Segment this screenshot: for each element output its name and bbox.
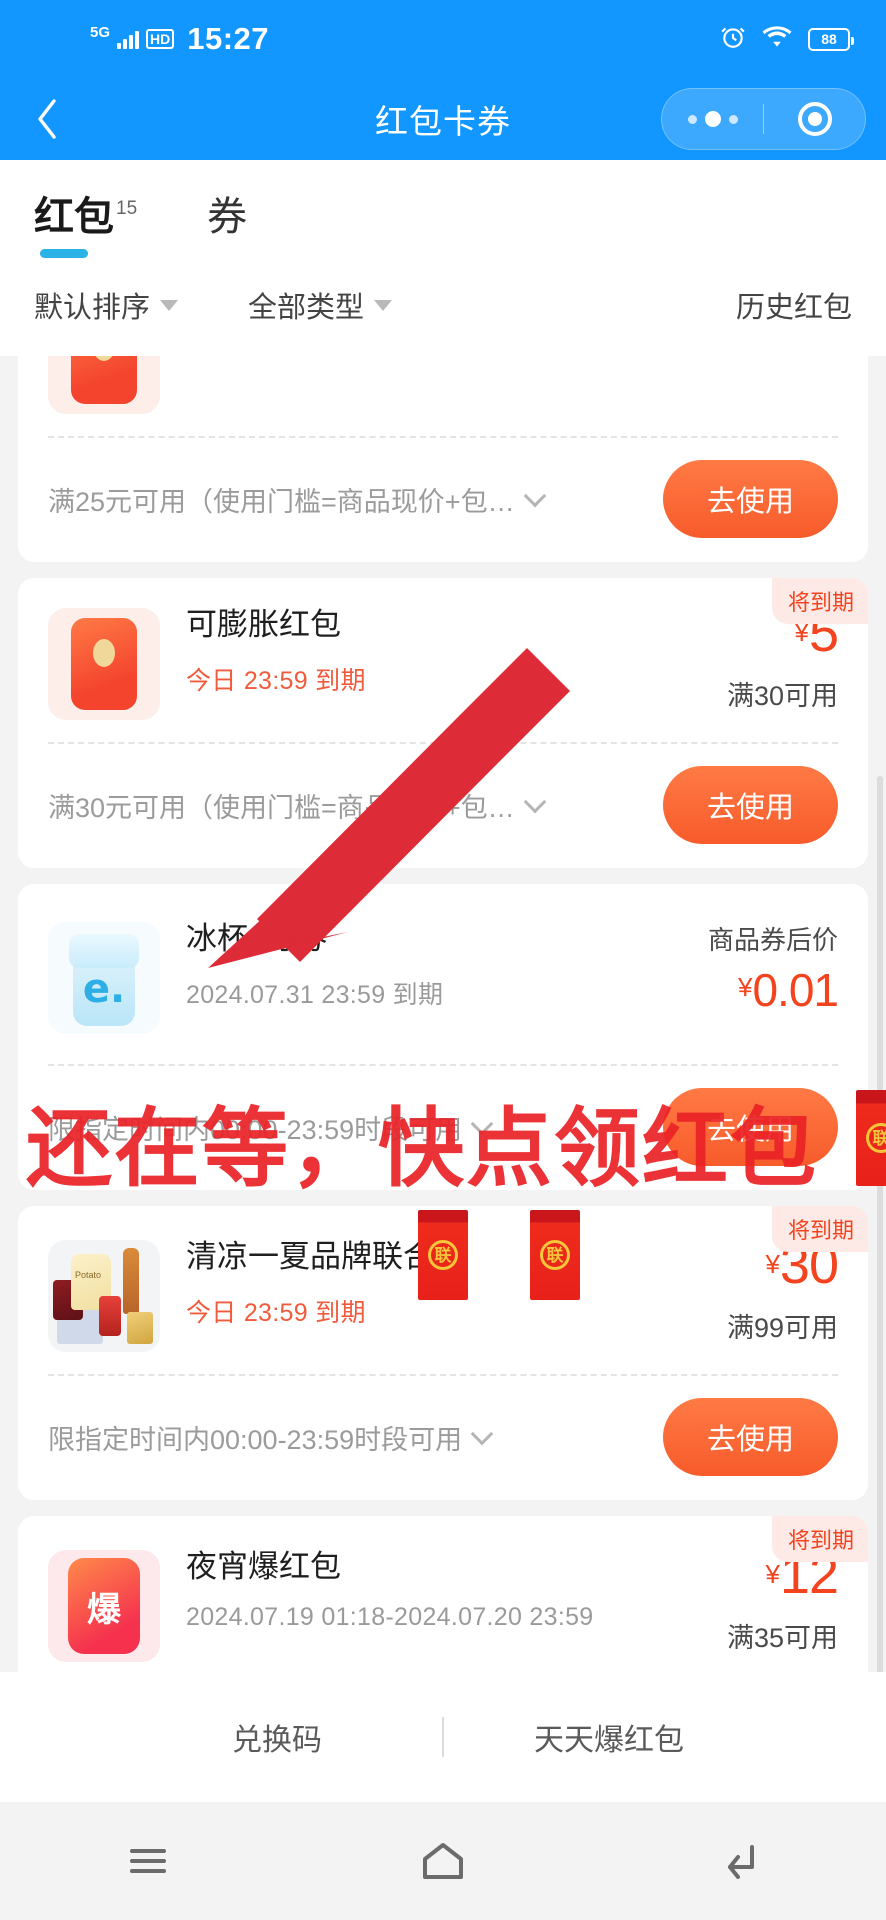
back-chevron-icon: [38, 99, 56, 139]
coupon-threshold: 满35可用: [726, 1623, 838, 1653]
filter-type-label: 全部类型: [248, 292, 365, 324]
coupon-rule[interactable]: 满30元可用（使用门槛=商品现价+包…: [48, 786, 663, 825]
daily-hongbao-button[interactable]: 天天爆红包: [444, 1715, 774, 1759]
coupon-threshold: 满30可用: [726, 681, 838, 711]
hd-icon: HD: [146, 29, 175, 49]
amount-value: 0.01: [752, 964, 839, 1016]
status-badge: 将到期: [771, 578, 868, 624]
home-icon: [422, 1843, 463, 1879]
chevron-down-icon: [470, 1422, 494, 1446]
coupon-expiry: 2024.07.19 01:18-2024.07.20 23:59: [186, 1602, 594, 1631]
signal-bars-icon: [117, 29, 140, 49]
currency-symbol: ¥: [765, 1559, 780, 1589]
back-button-nav[interactable]: [678, 1839, 798, 1883]
wifi-icon: [762, 25, 792, 54]
status-bar-right: 88: [720, 24, 854, 55]
filter-bar: 默认排序 全部类型 历史红包: [0, 258, 886, 356]
promo-overlay-text: 还在等，快点领红包: [26, 1099, 818, 1199]
tab-hongbao[interactable]: 红包 15: [34, 184, 138, 258]
chevron-down-icon: [523, 790, 546, 814]
recents-button[interactable]: [88, 1841, 208, 1881]
status-clock: 15:27: [187, 21, 270, 56]
coupon-title: 可膨胀红包: [186, 607, 341, 642]
back-arrow-icon: [728, 1845, 755, 1879]
filter-sort[interactable]: 默认排序: [34, 284, 179, 326]
coupon-card[interactable]: 将到期 爆 夜宵爆红包 2024.07.19 01:18-2024.07.20 …: [18, 1516, 868, 1696]
coupon-rule-text: 限指定时间内00:00-23:59时段可用: [48, 1424, 463, 1455]
more-dots-icon[interactable]: [662, 111, 763, 127]
network-type-label: 5G: [90, 23, 111, 41]
currency-symbol: ¥: [765, 1249, 780, 1279]
status-badge: 将到期: [771, 1516, 868, 1562]
redeem-code-button[interactable]: 兑换码: [112, 1715, 442, 1759]
target-circle-icon[interactable]: [764, 102, 865, 136]
red-envelope-thumb: [48, 356, 160, 414]
use-button[interactable]: 去使用: [662, 766, 838, 844]
red-envelope-sticker[interactable]: 联: [530, 1210, 580, 1300]
tab-bar: 红包 15 券: [0, 160, 886, 258]
status-bar: 5G HD 15:27 88: [0, 0, 886, 78]
bao-char: 爆: [68, 1558, 140, 1654]
filter-type[interactable]: 全部类型: [248, 284, 393, 326]
coupon-card[interactable]: 将到期 可膨胀红包 今日 23:59 到期 ¥5 满30可用 满30元可用（使用…: [18, 578, 868, 868]
coupon-price-label: 商品券后价: [707, 925, 838, 955]
coupon-threshold: 满99可用: [726, 1313, 838, 1343]
sticker-seal-label: 联: [428, 1240, 458, 1270]
coupon-title: 夜宵爆红包: [186, 1549, 341, 1584]
coupon-list[interactable]: 2024.07.21 23:59 到期 满25可用 满25元可用（使用门槛=商品…: [0, 356, 886, 1696]
bao-icon-thumb: 爆: [48, 1550, 160, 1662]
list-scrollbar[interactable]: [877, 776, 883, 1696]
tab-quan[interactable]: 券: [207, 184, 247, 258]
home-button[interactable]: [383, 1839, 503, 1883]
filter-sort-label: 默认排序: [34, 292, 151, 324]
ice-cup-thumb: e.: [48, 922, 160, 1034]
coupon-rule[interactable]: 满25元可用（使用门槛=商品现价+包…: [48, 480, 663, 519]
tab-active-underline: [40, 249, 88, 258]
use-button[interactable]: 去使用: [662, 460, 838, 538]
sticker-seal-label: 联: [540, 1240, 570, 1270]
battery-indicator: 88: [808, 27, 854, 51]
coupon-card[interactable]: 2024.07.21 23:59 到期 满25可用 满25元可用（使用门槛=商品…: [18, 356, 868, 562]
alarm-icon: [720, 24, 746, 55]
coupon-rule-text: 满25元可用（使用门槛=商品现价+包…: [48, 486, 515, 517]
currency-symbol: ¥: [738, 972, 753, 1002]
android-nav-bar: [0, 1802, 886, 1920]
sticker-seal-label: 联: [866, 1123, 886, 1153]
menu-lines-icon: [129, 1849, 166, 1873]
phone-screen: 5G HD 15:27 88 红包卡券 红包 15 券 默认排序 全部类型 历史…: [0, 0, 886, 1920]
coupon-expiry: 2024.07.31 23:59 到期: [186, 980, 444, 1009]
back-button[interactable]: [20, 92, 74, 146]
nav-bar: 红包卡券: [0, 78, 886, 160]
coupon-rule-text: 满30元可用（使用门槛=商品现价+包…: [48, 792, 515, 823]
tab-quan-label: 券: [207, 195, 248, 239]
history-link[interactable]: 历史红包: [736, 284, 852, 326]
snacks-thumb: [48, 1240, 160, 1352]
chevron-down-icon: [523, 484, 546, 508]
coupon-expiry: 今日 23:59 到期: [186, 666, 366, 695]
status-badge: 将到期: [771, 1206, 868, 1252]
miniprogram-capsule: [661, 88, 866, 150]
red-envelope-thumb: [48, 608, 160, 720]
red-envelope-sticker[interactable]: 联: [856, 1090, 886, 1186]
tab-hongbao-count: 15: [116, 198, 138, 219]
status-bar-left: 5G HD 15:27: [90, 21, 269, 57]
chevron-down-icon: [160, 299, 179, 311]
use-button[interactable]: 去使用: [662, 1398, 838, 1476]
bottom-action-bar: 兑换码 天天爆红包: [0, 1672, 886, 1802]
tab-hongbao-label: 红包: [34, 195, 114, 239]
chevron-down-icon: [374, 299, 393, 311]
coupon-title: 冰杯1分券: [186, 921, 328, 956]
coupon-amount: ¥0.01: [680, 964, 839, 1016]
red-envelope-sticker[interactable]: 联: [418, 1210, 468, 1300]
coupon-rule[interactable]: 限指定时间内00:00-23:59时段可用: [48, 1418, 663, 1457]
